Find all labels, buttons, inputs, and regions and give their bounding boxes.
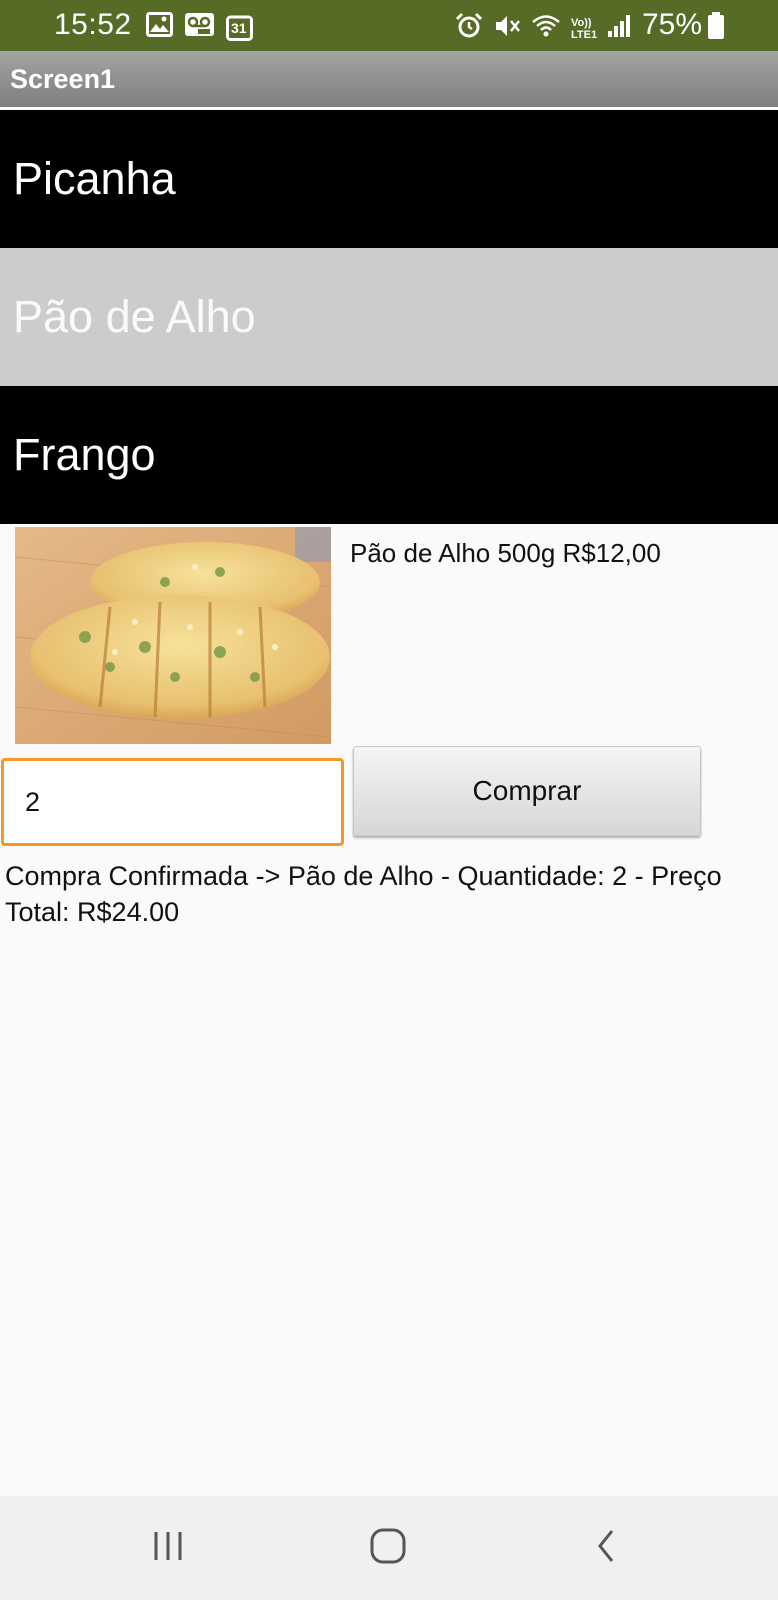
wifi-icon bbox=[531, 13, 561, 44]
navigation-bar bbox=[0, 1496, 778, 1600]
status-right-icons: Vo)) LTE1 bbox=[455, 12, 631, 45]
product-description: Pão de Alho 500g R$12,00 bbox=[350, 538, 661, 568]
volte-icon: Vo)) LTE1 bbox=[571, 17, 597, 41]
voicemail-icon bbox=[184, 12, 215, 42]
list-item-label: Frango bbox=[13, 429, 156, 480]
calendar-day-label: 31 bbox=[231, 19, 247, 36]
battery-percent: 75% bbox=[642, 8, 703, 41]
app-title-bar: Screen1 bbox=[0, 51, 778, 107]
list-item-picanha[interactable]: Picanha bbox=[0, 110, 778, 248]
garlic-bread-image bbox=[15, 527, 331, 744]
buy-button[interactable]: Comprar bbox=[353, 746, 701, 836]
purchase-confirmation-text: Compra Confirmada -> Pão de Alho - Quant… bbox=[5, 861, 722, 927]
volte-bottom-label: LTE1 bbox=[571, 28, 598, 41]
calendar-icon: 31 bbox=[226, 14, 253, 41]
status-left-icons: 31 bbox=[146, 12, 253, 42]
product-list: Picanha Pão de Alho Frango bbox=[0, 110, 778, 524]
list-item-label: Picanha bbox=[13, 153, 176, 204]
home-icon[interactable] bbox=[368, 1526, 408, 1571]
mute-icon bbox=[493, 12, 521, 45]
app-title: Screen1 bbox=[10, 64, 116, 94]
list-item-label: Pão de Alho bbox=[13, 291, 256, 342]
quantity-input[interactable] bbox=[1, 758, 344, 846]
back-icon[interactable] bbox=[592, 1526, 622, 1571]
list-item-pao-de-alho[interactable]: Pão de Alho bbox=[0, 248, 778, 386]
volte-top-label: Vo)) bbox=[571, 16, 592, 29]
battery-icon bbox=[707, 12, 725, 45]
signal-icon bbox=[607, 13, 631, 44]
image-icon bbox=[146, 12, 173, 42]
status-bar: 15:52 31 Vo)) LTE1 75% bbox=[0, 0, 778, 51]
recents-icon[interactable] bbox=[150, 1526, 186, 1571]
status-time: 15:52 bbox=[54, 8, 132, 41]
list-item-frango[interactable]: Frango bbox=[0, 386, 778, 524]
alarm-icon bbox=[455, 12, 483, 45]
